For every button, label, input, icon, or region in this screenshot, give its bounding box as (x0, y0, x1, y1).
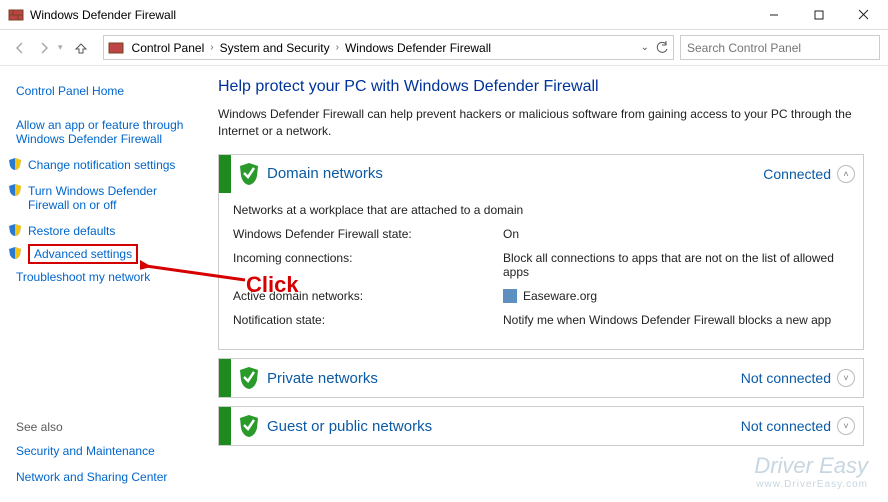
state-label: Windows Defender Firewall state: (233, 227, 503, 241)
recent-dropdown-icon[interactable]: ▾ (56, 42, 65, 53)
minimize-button[interactable] (751, 0, 796, 29)
breadcrumb-mid[interactable]: System and Security (218, 41, 332, 55)
chevron-down-icon[interactable]: ˅ (837, 417, 855, 435)
maximize-button[interactable] (796, 0, 841, 29)
incoming-label: Incoming connections: (233, 251, 503, 279)
toolbar: ▾ Control Panel › System and Security › … (0, 30, 888, 66)
guest-panel-title: Guest or public networks (267, 418, 432, 435)
sidebar-advanced-settings[interactable]: Advanced settings (10, 244, 200, 264)
chevron-right-icon: › (206, 42, 217, 53)
firewall-app-icon (8, 7, 24, 23)
sidebar-network-sharing[interactable]: Network and Sharing Center (10, 464, 200, 490)
private-panel-header[interactable]: Private networks Not connected ˅ (219, 359, 863, 397)
close-button[interactable] (841, 0, 886, 29)
address-bar[interactable]: Control Panel › System and Security › Wi… (103, 35, 674, 60)
domain-panel-header[interactable]: Domain networks Connected ˄ (219, 155, 863, 193)
status-bar (219, 359, 231, 397)
domain-networks-panel: Domain networks Connected ˄ Networks at … (218, 154, 864, 351)
guest-networks-panel: Guest or public networks Not connected ˅ (218, 406, 864, 446)
sidebar-turn-onoff[interactable]: Turn Windows Defender Firewall on or off (10, 178, 200, 218)
shield-icon (8, 223, 22, 237)
shield-icon (8, 246, 22, 260)
breadcrumb-leaf[interactable]: Windows Defender Firewall (343, 41, 493, 55)
active-label: Active domain networks: (233, 289, 503, 304)
private-panel-status: Not connected (741, 370, 831, 386)
domain-subdesc: Networks at a workplace that are attache… (233, 203, 849, 217)
back-button[interactable] (8, 36, 32, 60)
sidebar-security-maintenance[interactable]: Security and Maintenance (10, 438, 200, 464)
shield-check-icon (239, 162, 259, 186)
notif-value: Notify me when Windows Defender Firewall… (503, 313, 849, 327)
address-dropdown-icon[interactable]: ⌄ (641, 42, 649, 53)
sidebar-home[interactable]: Control Panel Home (10, 78, 200, 104)
main-content: Help protect your PC with Windows Defend… (210, 66, 888, 502)
guest-panel-header[interactable]: Guest or public networks Not connected ˅ (219, 407, 863, 445)
shield-check-icon (239, 366, 259, 390)
incoming-value: Block all connections to apps that are n… (503, 251, 849, 279)
domain-panel-body: Networks at a workplace that are attache… (219, 193, 863, 350)
domain-icon (503, 289, 517, 303)
private-panel-title: Private networks (267, 370, 378, 387)
titlebar: Windows Defender Firewall (0, 0, 888, 30)
forward-button[interactable] (32, 36, 56, 60)
page-description: Windows Defender Firewall can help preve… (218, 106, 864, 140)
domain-panel-status: Connected (763, 166, 831, 182)
see-also-header: See also (10, 420, 200, 434)
up-button[interactable] (69, 36, 93, 60)
status-bar (219, 155, 231, 193)
breadcrumb-root[interactable]: Control Panel (130, 41, 207, 55)
domain-panel-title: Domain networks (267, 165, 383, 182)
chevron-right-icon: › (332, 42, 343, 53)
sidebar-allow-app[interactable]: Allow an app or feature through Windows … (10, 112, 200, 152)
shield-icon (8, 157, 22, 171)
sidebar: Control Panel Home Allow an app or featu… (0, 66, 210, 502)
chevron-down-icon[interactable]: ˅ (837, 369, 855, 387)
state-value: On (503, 227, 849, 241)
guest-panel-status: Not connected (741, 418, 831, 434)
sidebar-restore-defaults[interactable]: Restore defaults (10, 218, 200, 244)
status-bar (219, 407, 231, 445)
shield-icon (8, 183, 22, 197)
search-input[interactable] (680, 35, 880, 60)
chevron-up-icon[interactable]: ˄ (837, 165, 855, 183)
active-value: Easeware.org (503, 289, 849, 304)
notif-label: Notification state: (233, 313, 503, 327)
page-heading: Help protect your PC with Windows Defend… (218, 78, 864, 96)
sidebar-troubleshoot[interactable]: Troubleshoot my network (10, 264, 200, 290)
shield-check-icon (239, 414, 259, 438)
private-networks-panel: Private networks Not connected ˅ (218, 358, 864, 398)
refresh-icon[interactable] (655, 41, 669, 55)
window-title: Windows Defender Firewall (30, 8, 751, 22)
sidebar-change-notification[interactable]: Change notification settings (10, 152, 200, 178)
firewall-breadcrumb-icon (108, 40, 124, 56)
